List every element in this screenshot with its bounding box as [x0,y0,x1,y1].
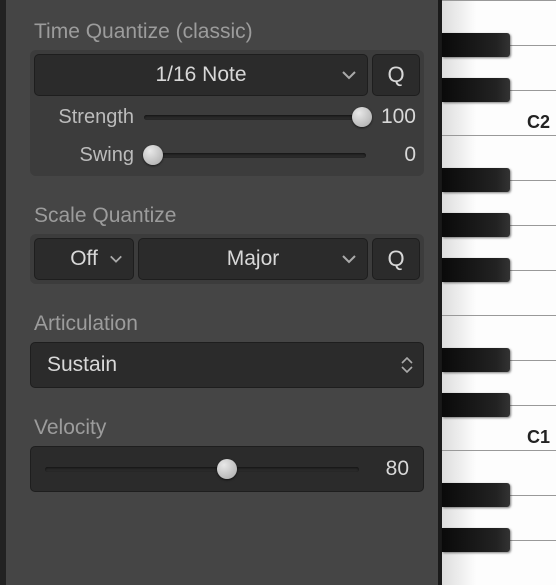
velocity-slider[interactable] [45,457,359,481]
strength-slider[interactable] [144,105,366,129]
black-key[interactable] [442,33,510,57]
black-key[interactable] [442,213,510,237]
quantize-button[interactable]: Q [372,54,420,96]
strength-row: Strength 100 [34,100,420,134]
strength-label: Strength [34,106,144,129]
strength-value: 100 [366,105,416,129]
scale-root-value: Off [70,247,98,271]
updown-icon [401,357,413,373]
piano-keyboard[interactable]: C1 C2 [438,0,556,585]
key-label: C2 [527,112,550,133]
strength-thumb[interactable] [352,107,372,127]
black-key[interactable] [442,168,510,192]
swing-value: 0 [366,143,416,167]
black-key[interactable] [442,348,510,372]
black-key[interactable] [442,483,510,507]
articulation-value: Sustain [47,353,117,377]
inspector-panel: Time Quantize (classic) 1/16 Note Q Stre… [0,0,438,585]
black-key[interactable] [442,528,510,552]
scale-root-select[interactable]: Off [34,238,134,280]
time-quantize-select[interactable]: 1/16 Note [34,54,368,96]
velocity-thumb[interactable] [217,459,237,479]
chevron-down-icon [341,254,357,264]
black-key[interactable] [442,258,510,282]
scale-quantize-group: Off Major Q [30,234,424,284]
swing-row: Swing 0 [34,138,420,172]
velocity-group: 80 [30,446,424,492]
scale-quantize-button[interactable]: Q [372,238,420,280]
swing-thumb[interactable] [143,145,163,165]
scale-quantize-title: Scale Quantize [34,204,424,228]
velocity-value: 80 [359,457,409,481]
scale-mode-value: Major [227,247,280,271]
key-label: C1 [527,427,550,448]
chevron-down-icon [109,255,123,264]
black-key[interactable] [442,78,510,102]
swing-slider[interactable] [144,143,366,167]
chevron-down-icon [341,70,357,80]
swing-label: Swing [34,144,144,167]
black-key[interactable] [442,393,510,417]
time-quantize-group: 1/16 Note Q Strength 100 Swing 0 [30,50,424,176]
scale-mode-select[interactable]: Major [138,238,368,280]
articulation-title: Articulation [34,312,424,336]
time-quantize-value: 1/16 Note [155,63,246,87]
velocity-title: Velocity [34,416,424,440]
time-quantize-title: Time Quantize (classic) [34,20,424,44]
articulation-select[interactable]: Sustain [30,342,424,388]
